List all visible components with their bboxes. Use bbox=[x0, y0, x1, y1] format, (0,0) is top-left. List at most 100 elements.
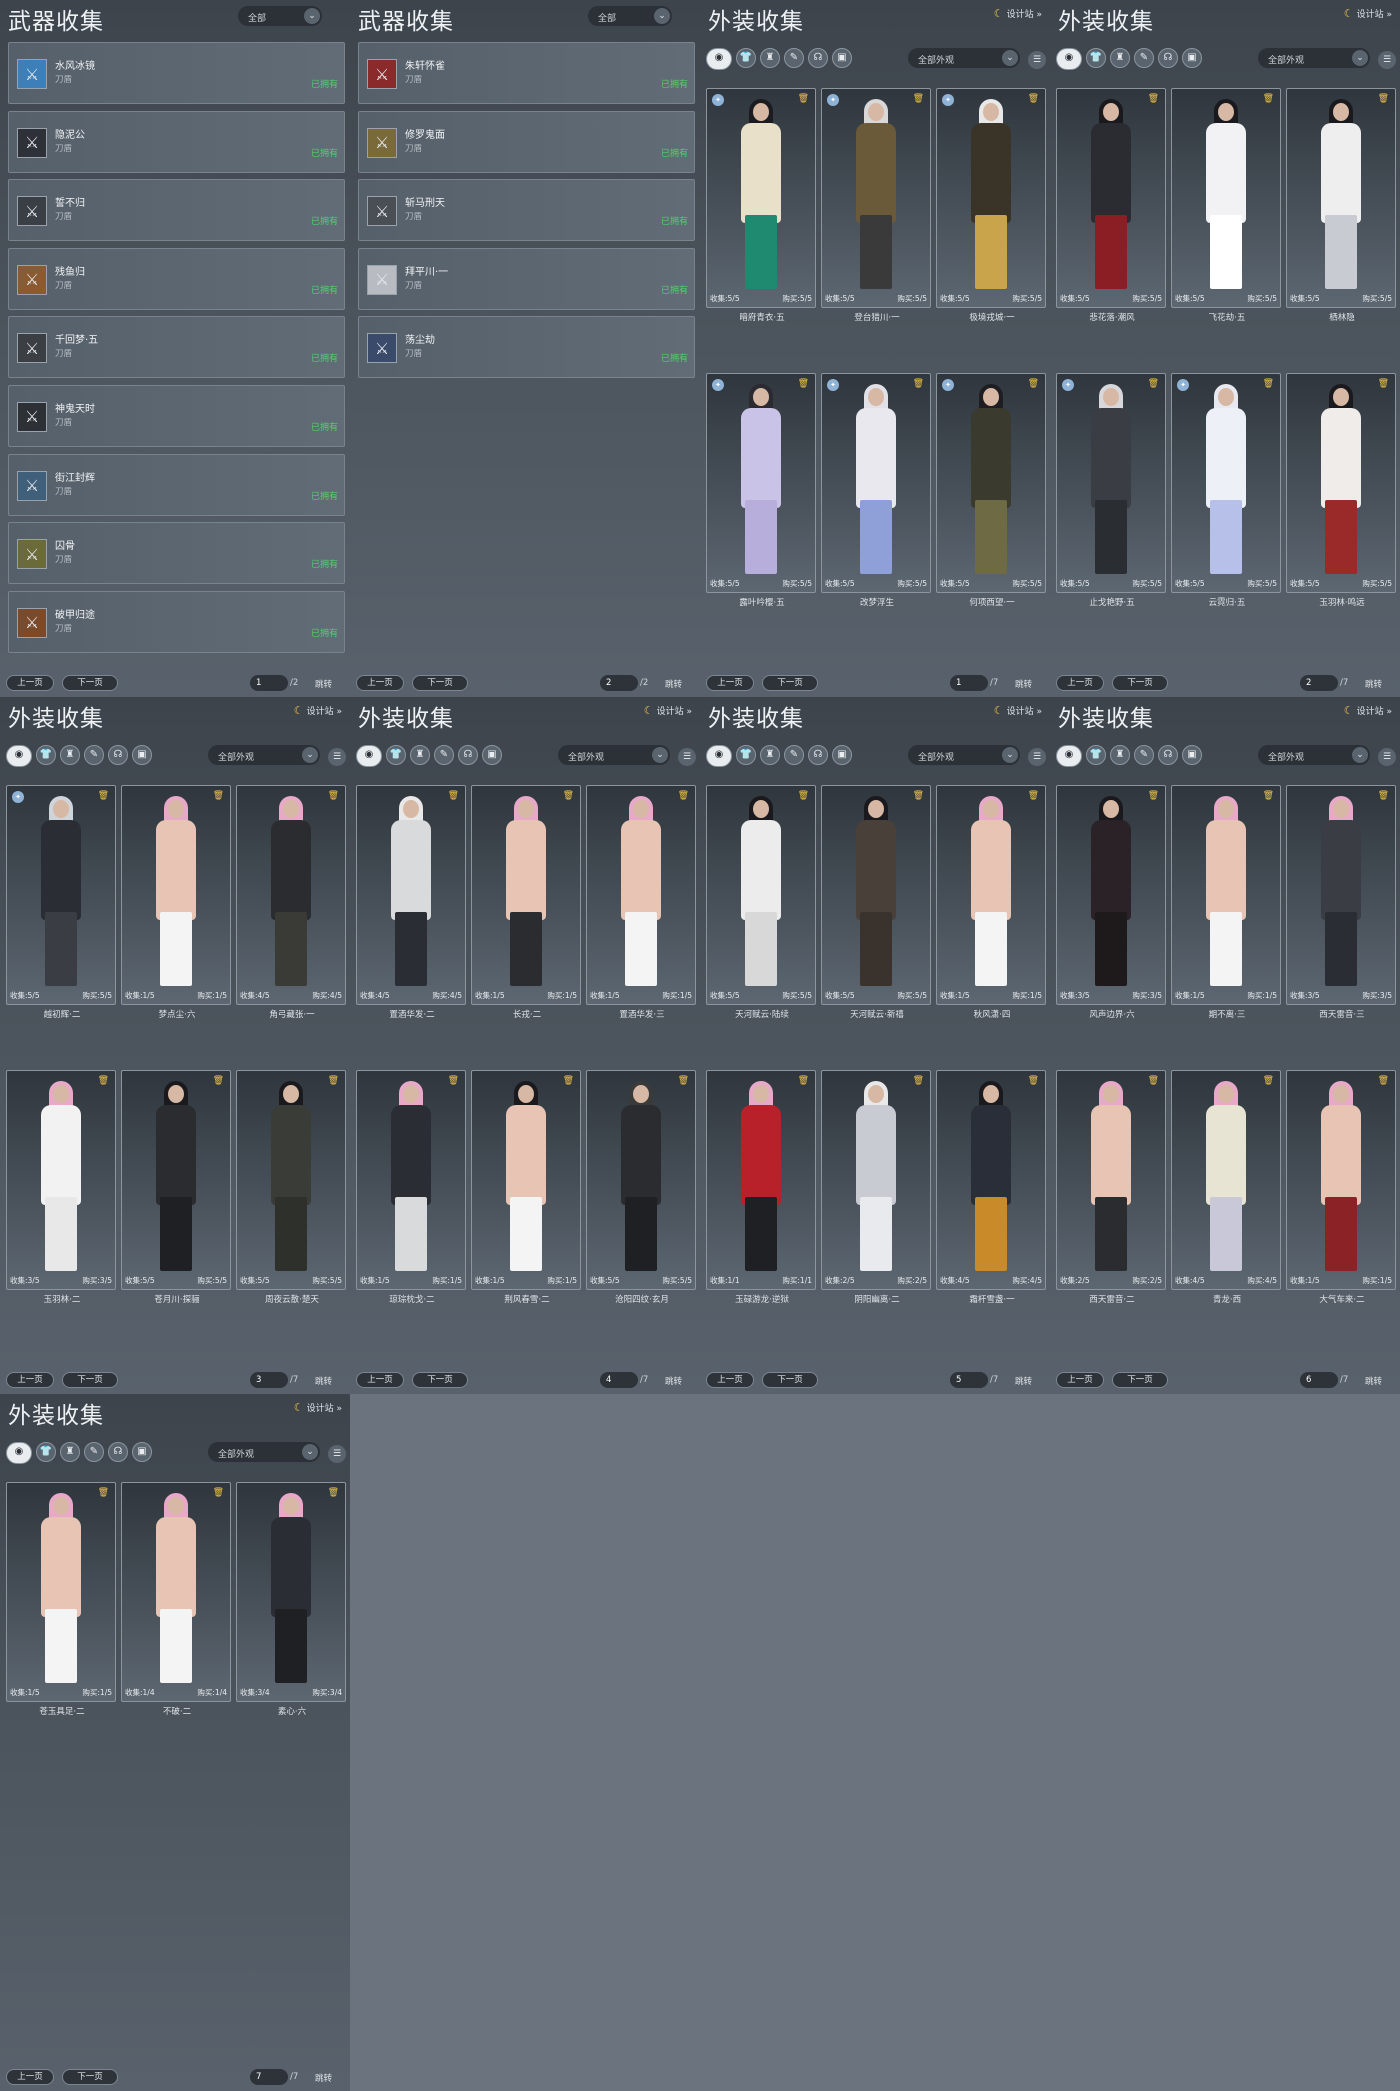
outfit-card[interactable]: 🗑 收集:5/5 购买:5/5 栖林隐 bbox=[1286, 88, 1396, 323]
chevron-down-icon[interactable]: ⌄ bbox=[302, 747, 318, 763]
trash-icon[interactable]: 🗑 bbox=[1028, 1076, 1039, 1086]
weapon-item[interactable]: ⚔ 囚骨 刀盾 已拥有 bbox=[8, 522, 345, 585]
weapon-item[interactable]: ⚔ 残鱼归 刀盾 已拥有 bbox=[8, 247, 345, 310]
outfit-card[interactable]: 🗑 收集:3/5 购买:3/5 风声边界·六 bbox=[1056, 785, 1166, 1020]
category-tab-icon[interactable]: ♜ bbox=[760, 745, 780, 765]
trash-icon[interactable]: 🗑 bbox=[1148, 1076, 1159, 1086]
category-tab-icon[interactable]: ☊ bbox=[108, 1442, 128, 1462]
page-number-input[interactable]: 5 bbox=[950, 1372, 988, 1388]
category-tab-icon[interactable]: ☊ bbox=[1158, 48, 1178, 68]
list-view-icon[interactable]: ☰ bbox=[1378, 51, 1396, 69]
chevron-down-icon[interactable]: ⌄ bbox=[652, 747, 668, 763]
trash-icon[interactable]: 🗑 bbox=[1028, 379, 1039, 389]
trash-icon[interactable]: 🗑 bbox=[913, 791, 924, 801]
category-tab-icon[interactable]: ♜ bbox=[760, 48, 780, 68]
category-tab-icon[interactable]: ☊ bbox=[458, 745, 478, 765]
category-tab-icon[interactable]: ◉ bbox=[1056, 48, 1082, 70]
outfit-card[interactable]: 🗑 收集:1/5 购买:1/5 荆风春雪·二 bbox=[471, 1070, 581, 1305]
trash-icon[interactable]: 🗑 bbox=[1263, 791, 1274, 801]
page-number-input[interactable]: 6 bbox=[1300, 1372, 1338, 1388]
trash-icon[interactable]: 🗑 bbox=[98, 1076, 109, 1086]
chevron-down-icon[interactable]: ⌄ bbox=[1352, 50, 1368, 66]
weapon-item[interactable]: ⚔ 神鬼天时 刀盾 已拥有 bbox=[8, 384, 345, 447]
trash-icon[interactable]: 🗑 bbox=[1263, 94, 1274, 104]
outfit-card[interactable]: 🗑 收集:1/5 购买:1/5 秋风潇·四 bbox=[936, 785, 1046, 1020]
outfit-card[interactable]: 🗑 收集:5/5 购买:5/5 苍月川·探骊 bbox=[121, 1070, 231, 1305]
category-tab-icon[interactable]: 👕 bbox=[36, 745, 56, 765]
outfit-card[interactable]: 🗑 收集:1/1 购买:1/1 玉碌游龙·逆狱 bbox=[706, 1070, 816, 1305]
category-tab-icon[interactable]: ♜ bbox=[410, 745, 430, 765]
category-tab-icon[interactable]: ▣ bbox=[1182, 745, 1202, 765]
category-tab-icon[interactable]: ✎ bbox=[1134, 48, 1154, 68]
outfit-card[interactable]: 🗑 收集:4/5 购买:4/5 角弓藏张·一 bbox=[236, 785, 346, 1020]
category-tab-icon[interactable]: ◉ bbox=[1056, 745, 1082, 767]
list-view-icon[interactable]: ☰ bbox=[1028, 748, 1046, 766]
category-tab-icon[interactable]: 👕 bbox=[386, 745, 406, 765]
outfit-card[interactable]: 🗑 收集:3/5 购买:3/5 玉羽林·二 bbox=[6, 1070, 116, 1305]
outfit-card[interactable]: 🗑 收集:1/5 购买:1/5 大气车来·二 bbox=[1286, 1070, 1396, 1305]
category-tab-icon[interactable]: 👕 bbox=[1086, 48, 1106, 68]
trash-icon[interactable]: 🗑 bbox=[1028, 94, 1039, 104]
chevron-down-icon[interactable]: ⌄ bbox=[304, 8, 320, 24]
outfit-card[interactable]: ✦ 🗑 收集:5/5 购买:5/5 止戈艳野·五 bbox=[1056, 373, 1166, 608]
outfit-filter-dropdown[interactable]: 全部外观 ⌄ bbox=[908, 48, 1020, 68]
list-view-icon[interactable]: ☰ bbox=[328, 748, 346, 766]
category-tab-icon[interactable]: ◉ bbox=[706, 48, 732, 70]
next-page-button[interactable]: 下一页 bbox=[62, 2069, 118, 2085]
prev-page-button[interactable]: 上一页 bbox=[6, 2069, 54, 2085]
trash-icon[interactable]: 🗑 bbox=[328, 1076, 339, 1086]
outfit-filter-dropdown[interactable]: 全部外观 ⌄ bbox=[1258, 745, 1370, 765]
trash-icon[interactable]: 🗑 bbox=[328, 791, 339, 801]
next-page-button[interactable]: 下一页 bbox=[1112, 1372, 1168, 1388]
category-tab-icon[interactable]: ✎ bbox=[784, 745, 804, 765]
jump-button[interactable]: 跳转 bbox=[1015, 1375, 1032, 1387]
category-tab-icon[interactable]: 👕 bbox=[36, 1442, 56, 1462]
outfit-card[interactable]: 🗑 收集:5/5 购买:5/5 天河赋云·陆续 bbox=[706, 785, 816, 1020]
page-number-input[interactable]: 7 bbox=[250, 2069, 288, 2085]
trash-icon[interactable]: 🗑 bbox=[328, 1488, 339, 1498]
weapon-item[interactable]: ⚔ 修罗鬼面 刀盾 已拥有 bbox=[358, 110, 695, 173]
trash-icon[interactable]: 🗑 bbox=[1378, 379, 1389, 389]
outfit-card[interactable]: 🗑 收集:2/5 购买:2/5 阴阳幽离·二 bbox=[821, 1070, 931, 1305]
category-tab-icon[interactable]: 👕 bbox=[1086, 745, 1106, 765]
prev-page-button[interactable]: 上一页 bbox=[356, 1372, 404, 1388]
page-number-input[interactable]: 4 bbox=[600, 1372, 638, 1388]
trash-icon[interactable]: 🗑 bbox=[98, 791, 109, 801]
weapon-item[interactable]: ⚔ 拜平川·一 刀盾 已拥有 bbox=[358, 247, 695, 310]
outfit-card[interactable]: 🗑 收集:1/5 购买:1/5 置酒华发·三 bbox=[586, 785, 696, 1020]
outfit-card[interactable]: ✦ 🗑 收集:5/5 购买:5/5 何项西望·一 bbox=[936, 373, 1046, 608]
outfit-filter-dropdown[interactable]: 全部外观 ⌄ bbox=[208, 1442, 320, 1462]
trash-icon[interactable]: 🗑 bbox=[798, 791, 809, 801]
list-view-icon[interactable]: ☰ bbox=[678, 748, 696, 766]
category-tab-icon[interactable]: ▣ bbox=[482, 745, 502, 765]
category-tab-icon[interactable]: ◉ bbox=[356, 745, 382, 767]
category-tab-icon[interactable]: ▣ bbox=[132, 1442, 152, 1462]
design-station-link[interactable]: ☾ 设计站 » bbox=[294, 1401, 342, 1414]
outfit-card[interactable]: ✦ 🗑 收集:5/5 购买:5/5 越初辉·二 bbox=[6, 785, 116, 1020]
outfit-card[interactable]: 🗑 收集:5/5 购买:5/5 悲花落·潮风 bbox=[1056, 88, 1166, 323]
prev-page-button[interactable]: 上一页 bbox=[6, 1372, 54, 1388]
outfit-card[interactable]: ✦ 🗑 收集:5/5 购买:5/5 暗府青衣·五 bbox=[706, 88, 816, 323]
chevron-down-icon[interactable]: ⌄ bbox=[1002, 747, 1018, 763]
weapon-item[interactable]: ⚔ 誓不归 刀盾 已拥有 bbox=[8, 179, 345, 242]
category-tab-icon[interactable]: ◉ bbox=[706, 745, 732, 767]
outfit-card[interactable]: 🗑 收集:5/5 购买:5/5 飞花劫·五 bbox=[1171, 88, 1281, 323]
category-tab-icon[interactable]: ♜ bbox=[1110, 48, 1130, 68]
trash-icon[interactable]: 🗑 bbox=[98, 1488, 109, 1498]
outfit-filter-dropdown[interactable]: 全部外观 ⌄ bbox=[908, 745, 1020, 765]
page-number-input[interactable]: 2 bbox=[600, 675, 638, 691]
outfit-card[interactable]: 🗑 收集:1/5 购买:1/5 苍玉具足·二 bbox=[6, 1482, 116, 1717]
trash-icon[interactable]: 🗑 bbox=[1263, 379, 1274, 389]
outfit-card[interactable]: 🗑 收集:5/5 购买:5/5 沧阳四纹·玄月 bbox=[586, 1070, 696, 1305]
outfit-filter-dropdown[interactable]: 全部外观 ⌄ bbox=[1258, 48, 1370, 68]
list-view-icon[interactable]: ☰ bbox=[328, 1445, 346, 1463]
next-page-button[interactable]: 下一页 bbox=[762, 675, 818, 691]
design-station-link[interactable]: ☾ 设计站 » bbox=[644, 704, 692, 717]
weapon-item[interactable]: ⚔ 荡尘劫 刀盾 已拥有 bbox=[358, 316, 695, 379]
outfit-card[interactable]: ✦ 🗑 收集:5/5 购买:5/5 云霓归·五 bbox=[1171, 373, 1281, 608]
trash-icon[interactable]: 🗑 bbox=[213, 1488, 224, 1498]
chevron-down-icon[interactable]: ⌄ bbox=[1002, 50, 1018, 66]
trash-icon[interactable]: 🗑 bbox=[913, 379, 924, 389]
category-tab-icon[interactable]: ☊ bbox=[1158, 745, 1178, 765]
weapon-filter-dropdown[interactable]: 全部 ⌄ bbox=[238, 6, 322, 26]
